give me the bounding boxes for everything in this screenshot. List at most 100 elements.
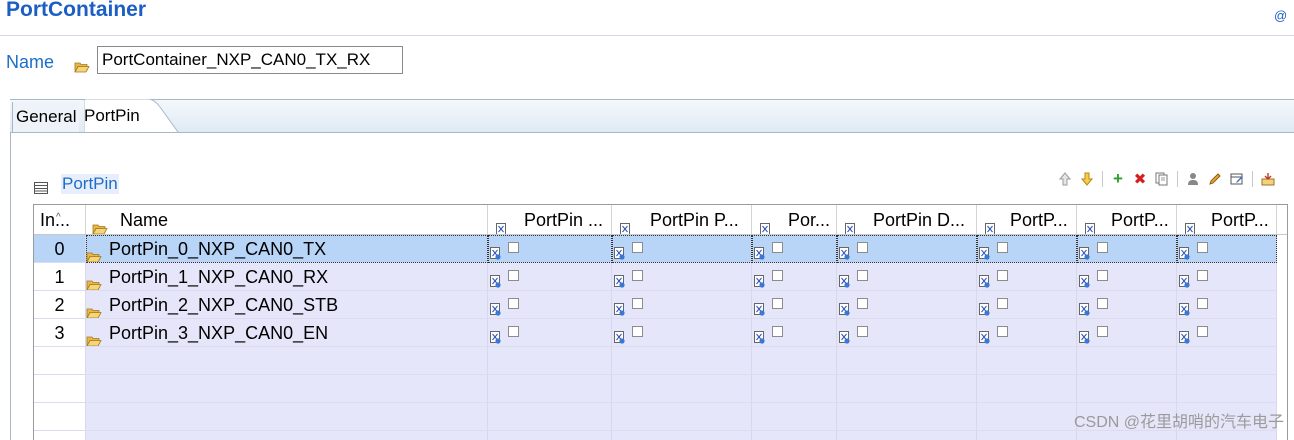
parameter-checkbox[interactable] bbox=[997, 242, 1008, 253]
tab-portpin[interactable]: PortPin bbox=[84, 100, 140, 132]
parameter-cell[interactable] bbox=[488, 235, 612, 263]
parameter-cell bbox=[612, 403, 752, 431]
parameter-checkbox[interactable] bbox=[1197, 326, 1208, 337]
table-row[interactable]: 1 PortPin_1_NXP_CAN0_RX bbox=[34, 263, 1287, 291]
parameter-checkbox[interactable] bbox=[772, 242, 783, 253]
parameter-cell[interactable] bbox=[837, 291, 977, 319]
add-icon[interactable]: + bbox=[1109, 169, 1127, 188]
column-header-portpin-5[interactable]: PortP... bbox=[977, 205, 1077, 234]
parameter-checkbox[interactable] bbox=[508, 326, 519, 337]
import-icon[interactable] bbox=[1259, 170, 1277, 188]
parameter-checkbox[interactable] bbox=[632, 270, 643, 281]
row-index-value: 3 bbox=[54, 323, 65, 343]
parameter-cell[interactable] bbox=[488, 291, 612, 319]
parameter-cell[interactable] bbox=[1177, 291, 1277, 319]
parameter-checkbox[interactable] bbox=[1197, 270, 1208, 281]
parameter-cell[interactable] bbox=[752, 291, 837, 319]
toolbar-separator bbox=[1102, 171, 1103, 187]
parameter-cell[interactable] bbox=[977, 235, 1077, 263]
tab-general[interactable]: General bbox=[12, 102, 80, 132]
column-header-portpin-3[interactable]: Por... bbox=[752, 205, 837, 234]
parameter-cell[interactable] bbox=[612, 319, 752, 347]
move-down-icon[interactable] bbox=[1078, 170, 1096, 188]
parameter-checkbox[interactable] bbox=[857, 298, 868, 309]
parameter-checkbox[interactable] bbox=[1097, 270, 1108, 281]
user-icon[interactable] bbox=[1184, 170, 1202, 188]
row-name-cell[interactable]: PortPin_3_NXP_CAN0_EN bbox=[86, 319, 488, 347]
name-input[interactable]: PortContainer_NXP_CAN0_TX_RX bbox=[97, 46, 403, 74]
parameter-cell[interactable] bbox=[837, 235, 977, 263]
parameter-cell[interactable] bbox=[1077, 319, 1177, 347]
parameter-cell[interactable] bbox=[752, 263, 837, 291]
parameter-checkbox[interactable] bbox=[632, 326, 643, 337]
column-header-index[interactable]: ^ In... bbox=[34, 205, 86, 234]
parameter-cell[interactable] bbox=[488, 319, 612, 347]
parameter-checkbox[interactable] bbox=[857, 242, 868, 253]
table-row[interactable]: 3 PortPin_3_NXP_CAN0_EN bbox=[34, 319, 1287, 347]
row-name: PortPin_0_NXP_CAN0_TX bbox=[109, 239, 327, 259]
parameter-cell[interactable] bbox=[488, 263, 612, 291]
parameter-cell[interactable] bbox=[752, 319, 837, 347]
parameter-checkbox[interactable] bbox=[1097, 242, 1108, 253]
parameter-cell[interactable] bbox=[612, 263, 752, 291]
parameter-checkbox[interactable] bbox=[857, 326, 868, 337]
parameter-cell[interactable] bbox=[1177, 319, 1277, 347]
parameter-cell[interactable] bbox=[977, 319, 1077, 347]
parameter-checkbox[interactable] bbox=[1197, 242, 1208, 253]
folder-icon bbox=[74, 60, 90, 78]
parameter-checkbox[interactable] bbox=[772, 298, 783, 309]
parameter-cell bbox=[837, 403, 977, 431]
row-index-value: 2 bbox=[54, 295, 65, 315]
copy-icon[interactable] bbox=[1153, 170, 1171, 188]
parameter-checkbox[interactable] bbox=[1097, 326, 1108, 337]
column-header-portpin-7[interactable]: PortP... bbox=[1177, 205, 1277, 234]
edit-icon[interactable] bbox=[1206, 170, 1224, 188]
column-header-portpin-1[interactable]: PortPin ... bbox=[488, 205, 612, 234]
parameter-cell[interactable] bbox=[1177, 235, 1277, 263]
parameter-cell[interactable] bbox=[977, 291, 1077, 319]
parameter-checkbox[interactable] bbox=[857, 270, 868, 281]
parameter-cell[interactable] bbox=[1177, 263, 1277, 291]
column-header-portpin-4[interactable]: PortPin D... bbox=[837, 205, 977, 234]
folder-icon bbox=[86, 271, 102, 290]
parameter-checkbox[interactable] bbox=[997, 298, 1008, 309]
row-name-cell[interactable]: PortPin_1_NXP_CAN0_RX bbox=[86, 263, 488, 291]
parameter-cell bbox=[837, 375, 977, 403]
parameter-cell[interactable] bbox=[752, 235, 837, 263]
row-name-cell[interactable]: PortPin_0_NXP_CAN0_TX bbox=[86, 235, 488, 263]
parameter-checkbox[interactable] bbox=[632, 298, 643, 309]
parameter-checkbox[interactable] bbox=[508, 270, 519, 281]
parameter-checkbox[interactable] bbox=[508, 298, 519, 309]
parameter-checkbox[interactable] bbox=[772, 326, 783, 337]
parameter-value-icon bbox=[1079, 240, 1090, 262]
row-name-cell[interactable]: PortPin_2_NXP_CAN0_STB bbox=[86, 291, 488, 319]
table-edit-icon[interactable] bbox=[1228, 170, 1246, 188]
at-icon[interactable]: @ bbox=[1274, 8, 1287, 23]
parameter-cell[interactable] bbox=[612, 235, 752, 263]
parameter-value-icon bbox=[1179, 324, 1190, 346]
parameter-cell[interactable] bbox=[612, 291, 752, 319]
parameter-value-icon bbox=[754, 296, 765, 318]
column-header-name[interactable]: Name bbox=[86, 205, 488, 234]
parameter-cell[interactable] bbox=[1077, 291, 1177, 319]
move-up-icon[interactable] bbox=[1056, 170, 1074, 188]
parameter-cell[interactable] bbox=[977, 263, 1077, 291]
parameter-checkbox[interactable] bbox=[772, 270, 783, 281]
parameter-checkbox[interactable] bbox=[997, 270, 1008, 281]
parameter-cell[interactable] bbox=[837, 319, 977, 347]
column-header-portpin-6[interactable]: PortP... bbox=[1077, 205, 1177, 234]
parameter-value-icon bbox=[614, 268, 625, 290]
parameter-cell[interactable] bbox=[837, 263, 977, 291]
parameter-checkbox[interactable] bbox=[508, 242, 519, 253]
parameter-checkbox[interactable] bbox=[632, 242, 643, 253]
column-header-portpin-2[interactable]: PortPin P... bbox=[612, 205, 752, 234]
page-title: PortContainer bbox=[6, 0, 147, 21]
parameter-checkbox[interactable] bbox=[1197, 298, 1208, 309]
parameter-checkbox[interactable] bbox=[997, 326, 1008, 337]
parameter-cell[interactable] bbox=[1077, 263, 1177, 291]
parameter-checkbox[interactable] bbox=[1097, 298, 1108, 309]
table-row[interactable]: 2 PortPin_2_NXP_CAN0_STB bbox=[34, 291, 1287, 319]
parameter-cell[interactable] bbox=[1077, 235, 1177, 263]
table-row[interactable]: 0 PortPin_0_NXP_CAN0_TX bbox=[34, 235, 1287, 263]
delete-icon[interactable]: ✖ bbox=[1131, 170, 1149, 188]
